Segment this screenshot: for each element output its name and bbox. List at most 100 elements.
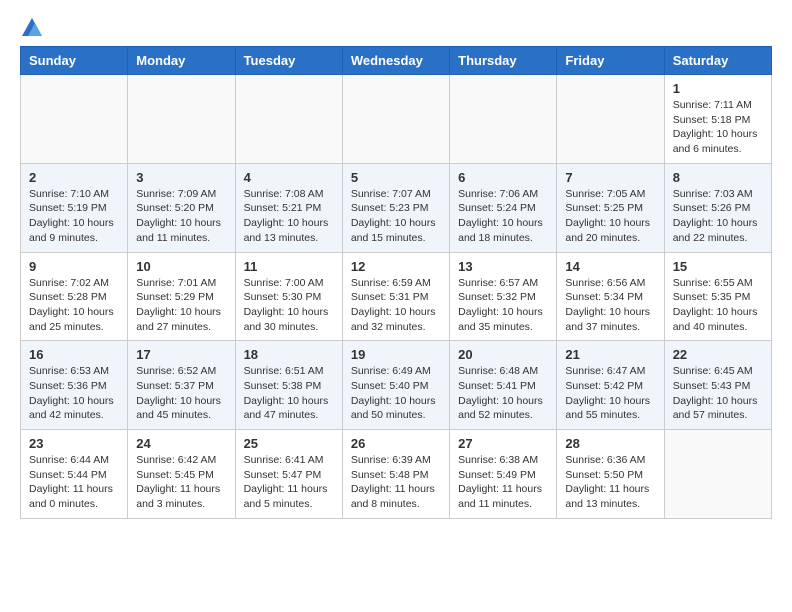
- day-info: Sunrise: 7:00 AM Sunset: 5:30 PM Dayligh…: [244, 276, 334, 335]
- day-number: 13: [458, 259, 548, 274]
- calendar-day-cell: 18Sunrise: 6:51 AM Sunset: 5:38 PM Dayli…: [235, 341, 342, 430]
- calendar-week-row: 9 Sunrise: 7:02 AM Sunset: 5:28 PM Daylig…: [21, 252, 772, 341]
- day-info: Sunrise: 7:10 AM Sunset: 5:19 PM Dayligh…: [29, 187, 119, 246]
- calendar-day-cell: 5 Sunrise: 7:07 AM Sunset: 5:23 PM Daylig…: [342, 163, 449, 252]
- calendar-day-cell: [128, 75, 235, 164]
- calendar-week-row: 16 Sunrise: 6:53 AM Sunset: 5:36 PM Dayli…: [21, 341, 772, 430]
- page-header: [20, 20, 772, 36]
- day-number: 2: [29, 170, 119, 185]
- calendar-day-cell: 16 Sunrise: 6:53 AM Sunset: 5:36 PM Dayli…: [21, 341, 128, 430]
- day-number: 14: [565, 259, 655, 274]
- day-info: Sunrise: 7:09 AM Sunset: 5:20 PM Dayligh…: [136, 187, 226, 246]
- calendar-header-wednesday: Wednesday: [342, 47, 449, 75]
- calendar-day-cell: 2 Sunrise: 7:10 AM Sunset: 5:19 PM Daylig…: [21, 163, 128, 252]
- calendar-day-cell: 20 Sunrise: 6:48 AM Sunset: 5:41 PM Dayli…: [450, 341, 557, 430]
- day-info: Sunrise: 7:08 AM Sunset: 5:21 PM Dayligh…: [244, 187, 334, 246]
- calendar-day-cell: 27 Sunrise: 6:38 AM Sunset: 5:49 PM Dayli…: [450, 430, 557, 519]
- calendar-header-saturday: Saturday: [664, 47, 771, 75]
- day-number: 5: [351, 170, 441, 185]
- logo: [20, 20, 42, 36]
- day-info: Sunrise: 6:56 AM Sunset: 5:34 PM Dayligh…: [565, 276, 655, 335]
- day-info: Sunrise: 7:06 AM Sunset: 5:24 PM Dayligh…: [458, 187, 548, 246]
- day-info: Sunrise: 7:11 AM Sunset: 5:18 PM Dayligh…: [673, 98, 763, 157]
- day-number: 20: [458, 347, 548, 362]
- calendar-header-sunday: Sunday: [21, 47, 128, 75]
- calendar-day-cell: 11 Sunrise: 7:00 AM Sunset: 5:30 PM Dayli…: [235, 252, 342, 341]
- calendar-day-cell: 1 Sunrise: 7:11 AM Sunset: 5:18 PM Daylig…: [664, 75, 771, 164]
- calendar-day-cell: 15 Sunrise: 6:55 AM Sunset: 5:35 PM Dayli…: [664, 252, 771, 341]
- calendar-header-monday: Monday: [128, 47, 235, 75]
- calendar-day-cell: 3 Sunrise: 7:09 AM Sunset: 5:20 PM Daylig…: [128, 163, 235, 252]
- day-info: Sunrise: 7:07 AM Sunset: 5:23 PM Dayligh…: [351, 187, 441, 246]
- calendar-day-cell: [450, 75, 557, 164]
- calendar-day-cell: 21 Sunrise: 6:47 AM Sunset: 5:42 PM Dayli…: [557, 341, 664, 430]
- day-number: 10: [136, 259, 226, 274]
- logo-icon: [22, 18, 42, 36]
- day-number: 9: [29, 259, 119, 274]
- calendar-day-cell: 8 Sunrise: 7:03 AM Sunset: 5:26 PM Daylig…: [664, 163, 771, 252]
- calendar-day-cell: [664, 430, 771, 519]
- day-info: Sunrise: 6:41 AM Sunset: 5:47 PM Dayligh…: [244, 453, 334, 512]
- calendar-day-cell: 12 Sunrise: 6:59 AM Sunset: 5:31 PM Dayli…: [342, 252, 449, 341]
- calendar-day-cell: [557, 75, 664, 164]
- calendar-day-cell: 23 Sunrise: 6:44 AM Sunset: 5:44 PM Dayli…: [21, 430, 128, 519]
- calendar-day-cell: 14 Sunrise: 6:56 AM Sunset: 5:34 PM Dayli…: [557, 252, 664, 341]
- day-number: 12: [351, 259, 441, 274]
- day-number: 19: [351, 347, 441, 362]
- day-number: 6: [458, 170, 548, 185]
- day-info: Sunrise: 7:01 AM Sunset: 5:29 PM Dayligh…: [136, 276, 226, 335]
- calendar-header-thursday: Thursday: [450, 47, 557, 75]
- day-number: 15: [673, 259, 763, 274]
- day-info: Sunrise: 6:38 AM Sunset: 5:49 PM Dayligh…: [458, 453, 548, 512]
- calendar-day-cell: 4Sunrise: 7:08 AM Sunset: 5:21 PM Daylig…: [235, 163, 342, 252]
- calendar-day-cell: 24 Sunrise: 6:42 AM Sunset: 5:45 PM Dayli…: [128, 430, 235, 519]
- calendar-day-cell: 19 Sunrise: 6:49 AM Sunset: 5:40 PM Dayli…: [342, 341, 449, 430]
- calendar-day-cell: 7 Sunrise: 7:05 AM Sunset: 5:25 PM Daylig…: [557, 163, 664, 252]
- calendar-day-cell: 6 Sunrise: 7:06 AM Sunset: 5:24 PM Daylig…: [450, 163, 557, 252]
- calendar-day-cell: [342, 75, 449, 164]
- calendar-day-cell: 28 Sunrise: 6:36 AM Sunset: 5:50 PM Dayli…: [557, 430, 664, 519]
- day-info: Sunrise: 6:44 AM Sunset: 5:44 PM Dayligh…: [29, 453, 119, 512]
- day-number: 24: [136, 436, 226, 451]
- day-number: 11: [244, 259, 334, 274]
- calendar-day-cell: 22 Sunrise: 6:45 AM Sunset: 5:43 PM Dayli…: [664, 341, 771, 430]
- calendar-header-row: SundayMondayTuesdayWednesdayThursdayFrid…: [21, 47, 772, 75]
- day-number: 1: [673, 81, 763, 96]
- day-info: Sunrise: 6:55 AM Sunset: 5:35 PM Dayligh…: [673, 276, 763, 335]
- day-info: Sunrise: 6:53 AM Sunset: 5:36 PM Dayligh…: [29, 364, 119, 423]
- day-info: Sunrise: 6:36 AM Sunset: 5:50 PM Dayligh…: [565, 453, 655, 512]
- calendar-day-cell: 10 Sunrise: 7:01 AM Sunset: 5:29 PM Dayli…: [128, 252, 235, 341]
- calendar-day-cell: [21, 75, 128, 164]
- day-info: Sunrise: 6:47 AM Sunset: 5:42 PM Dayligh…: [565, 364, 655, 423]
- day-number: 28: [565, 436, 655, 451]
- day-info: Sunrise: 6:48 AM Sunset: 5:41 PM Dayligh…: [458, 364, 548, 423]
- calendar-day-cell: 26Sunrise: 6:39 AM Sunset: 5:48 PM Dayli…: [342, 430, 449, 519]
- day-info: Sunrise: 6:49 AM Sunset: 5:40 PM Dayligh…: [351, 364, 441, 423]
- day-info: Sunrise: 6:42 AM Sunset: 5:45 PM Dayligh…: [136, 453, 226, 512]
- day-number: 8: [673, 170, 763, 185]
- day-info: Sunrise: 7:03 AM Sunset: 5:26 PM Dayligh…: [673, 187, 763, 246]
- calendar-week-row: 23 Sunrise: 6:44 AM Sunset: 5:44 PM Dayli…: [21, 430, 772, 519]
- day-number: 27: [458, 436, 548, 451]
- calendar-week-row: 1 Sunrise: 7:11 AM Sunset: 5:18 PM Daylig…: [21, 75, 772, 164]
- day-number: 16: [29, 347, 119, 362]
- calendar-header-tuesday: Tuesday: [235, 47, 342, 75]
- calendar-day-cell: 25Sunrise: 6:41 AM Sunset: 5:47 PM Dayli…: [235, 430, 342, 519]
- day-info: Sunrise: 6:52 AM Sunset: 5:37 PM Dayligh…: [136, 364, 226, 423]
- calendar-day-cell: 17 Sunrise: 6:52 AM Sunset: 5:37 PM Dayli…: [128, 341, 235, 430]
- day-info: Sunrise: 6:39 AM Sunset: 5:48 PM Dayligh…: [351, 453, 441, 512]
- day-number: 21: [565, 347, 655, 362]
- day-info: Sunrise: 7:02 AM Sunset: 5:28 PM Dayligh…: [29, 276, 119, 335]
- day-number: 22: [673, 347, 763, 362]
- day-info: Sunrise: 6:59 AM Sunset: 5:31 PM Dayligh…: [351, 276, 441, 335]
- day-number: 7: [565, 170, 655, 185]
- day-number: 23: [29, 436, 119, 451]
- day-info: Sunrise: 6:45 AM Sunset: 5:43 PM Dayligh…: [673, 364, 763, 423]
- day-number: 18: [244, 347, 334, 362]
- day-number: 3: [136, 170, 226, 185]
- calendar-day-cell: 13 Sunrise: 6:57 AM Sunset: 5:32 PM Dayli…: [450, 252, 557, 341]
- day-info: Sunrise: 7:05 AM Sunset: 5:25 PM Dayligh…: [565, 187, 655, 246]
- day-number: 17: [136, 347, 226, 362]
- calendar-day-cell: [235, 75, 342, 164]
- day-info: Sunrise: 6:57 AM Sunset: 5:32 PM Dayligh…: [458, 276, 548, 335]
